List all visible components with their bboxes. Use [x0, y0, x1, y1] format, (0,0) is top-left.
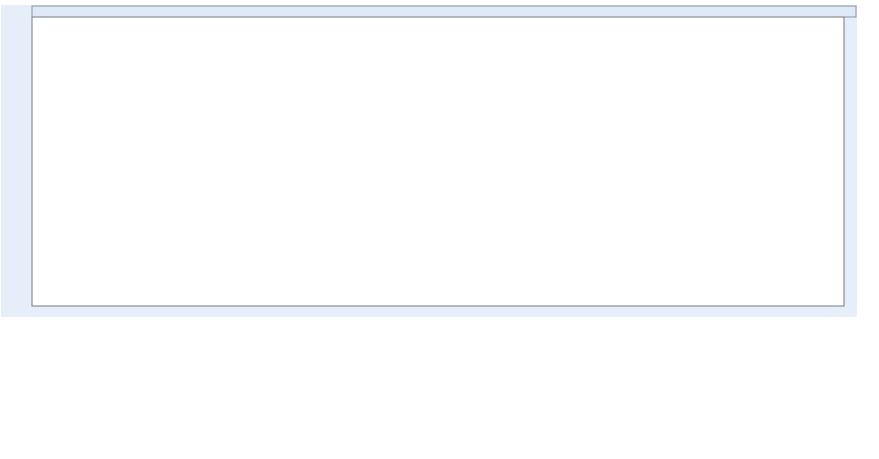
plot-area[interactable] [32, 17, 844, 306]
chromatogram-panel [1, 5, 857, 317]
chromatography-workstation-screen: { "chart": { "header_left": "2024.7月手性-反… [0, 0, 879, 459]
chromatogram-plot[interactable] [1, 5, 857, 317]
chart-header-strip [32, 6, 856, 17]
